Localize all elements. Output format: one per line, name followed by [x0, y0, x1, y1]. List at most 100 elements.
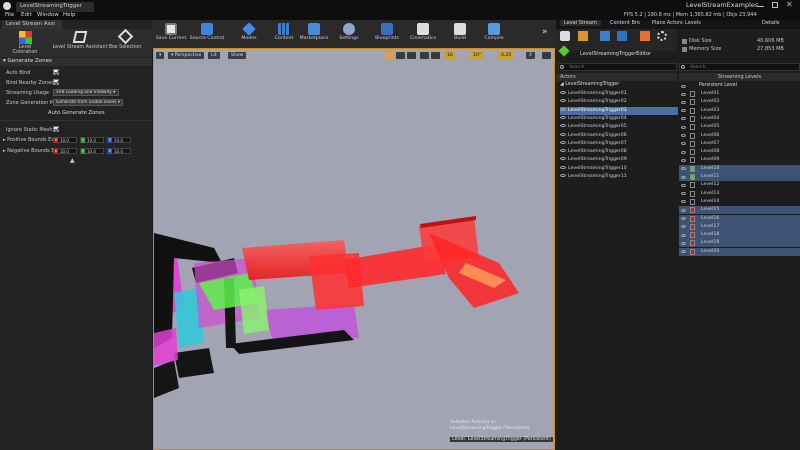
camera-speed[interactable]: 4 — [526, 52, 535, 59]
maximize-viewport-icon[interactable] — [542, 52, 551, 59]
visibility-eye-icon[interactable] — [560, 91, 566, 94]
level-color-swatch[interactable] — [690, 215, 695, 222]
actor-row[interactable]: LevelStreamingTrigger01 — [560, 90, 678, 98]
level-color-swatch[interactable] — [690, 132, 695, 139]
visibility-eye-icon[interactable] — [681, 142, 686, 146]
auto-generate-zones-button[interactable]: Auto Generate Zones — [48, 110, 105, 116]
content-button[interactable]: Content — [270, 20, 298, 48]
tab-content-browser[interactable]: Content Bro — [610, 20, 640, 26]
minimize-button[interactable] — [758, 6, 764, 7]
visibility-eye-icon[interactable] — [560, 132, 566, 136]
level-color-swatch[interactable] — [690, 190, 695, 197]
actor-row[interactable]: LevelStreamingTrigger05 — [560, 123, 678, 131]
streaming-level-row[interactable]: Level16 — [679, 214, 800, 223]
show-button[interactable]: Show — [228, 52, 247, 59]
viewport-options-button[interactable]: ▾ — [156, 52, 165, 59]
level-color-swatch[interactable] — [690, 165, 695, 172]
streaming-level-row[interactable]: Level13 — [679, 190, 800, 198]
visibility-eye-icon[interactable] — [681, 225, 686, 229]
build-button[interactable]: Build — [446, 20, 474, 48]
tab-levels[interactable]: Levels — [685, 20, 701, 26]
surface-snap-icon[interactable] — [431, 52, 440, 59]
save-current-button[interactable]: Save Current — [154, 20, 188, 48]
collapse-arrow-icon[interactable]: ▲ — [70, 157, 75, 164]
visibility-eye-icon[interactable] — [681, 200, 686, 204]
visibility-eye-icon[interactable] — [681, 233, 686, 237]
visibility-eye-icon[interactable] — [681, 117, 686, 121]
visibility-eye-icon[interactable] — [560, 99, 566, 103]
visibility-eye-icon[interactable] — [681, 100, 686, 104]
actor-row[interactable]: LevelStreamingTrigger06 — [560, 132, 678, 140]
streaming-level-row[interactable]: Level18 — [679, 231, 800, 240]
streaming-level-row[interactable]: Level10 — [679, 164, 800, 173]
lit-button[interactable]: Lit — [208, 52, 220, 59]
visibility-eye-icon[interactable] — [681, 250, 686, 254]
positive-bounds-z[interactable]: Z 10.0 — [107, 137, 131, 143]
maximize-button[interactable] — [772, 2, 778, 8]
section-header[interactable]: ▾ Generate Zones — [0, 58, 152, 66]
stream-tool-2-icon[interactable] — [578, 31, 588, 41]
streaming-level-row[interactable]: Level14 — [679, 198, 800, 206]
actor-row[interactable]: LevelStreamingTrigger02 — [560, 98, 678, 106]
visibility-eye-icon[interactable] — [681, 125, 686, 129]
streaming-usage-dropdown[interactable]: SVB Loading and Visibility ▾ — [53, 89, 119, 96]
visibility-eye-icon[interactable] — [681, 192, 686, 196]
streaming-level-row[interactable]: Level08 — [679, 148, 800, 156]
modes-button[interactable]: Modes — [234, 20, 264, 48]
streaming-level-row[interactable]: Level09 — [679, 156, 800, 164]
actor-row[interactable]: LevelStreamingTrigger10 — [560, 165, 678, 173]
level-color-swatch[interactable] — [690, 91, 695, 97]
tab-details[interactable]: Details — [762, 20, 779, 26]
visibility-eye-icon[interactable] — [681, 208, 686, 212]
streaming-level-row[interactable]: Level07 — [679, 140, 800, 148]
actor-row[interactable]: LevelStreamingTrigger07 — [560, 140, 678, 148]
level-color-swatch[interactable] — [690, 174, 695, 180]
stream-tool-1-icon[interactable] — [560, 31, 570, 41]
stream-tool-4-icon[interactable] — [617, 31, 627, 41]
streaming-level-row[interactable]: Level03 — [679, 107, 800, 115]
visibility-eye-icon[interactable] — [560, 174, 566, 177]
level-color-swatch[interactable] — [690, 182, 695, 189]
visibility-eye-icon[interactable] — [681, 134, 686, 137]
stream-tool-3-icon[interactable] — [600, 31, 610, 41]
level-color-swatch[interactable] — [690, 99, 695, 106]
level-viewport[interactable]: ▾ ▾ Perspective Lit Show 10 10° 0.25 4 S… — [154, 48, 554, 450]
translate-icon[interactable] — [385, 52, 394, 59]
visibility-eye-icon[interactable] — [681, 167, 686, 171]
streaming-level-row[interactable]: Level01 — [679, 90, 800, 98]
actors-root[interactable]: ◢ LevelStreamingTrigger — [560, 82, 619, 87]
negative-bounds-z[interactable]: Z 10.0 — [107, 148, 131, 154]
actor-row[interactable]: LevelStreamingTrigger04 — [560, 115, 678, 123]
scale-icon[interactable] — [407, 52, 416, 59]
visibility-eye-icon[interactable] — [681, 109, 686, 113]
visibility-eye-icon[interactable] — [681, 175, 686, 179]
world-icon[interactable] — [420, 52, 429, 59]
visibility-eye-icon[interactable] — [681, 92, 686, 96]
positive-bounds-y[interactable]: Y 10.0 — [80, 137, 104, 143]
visibility-eye-icon[interactable] — [681, 150, 686, 154]
streaming-level-row[interactable]: Level05 — [679, 123, 800, 131]
auto-bind-checkbox[interactable] — [53, 69, 59, 75]
grid-snap-value[interactable]: 10 — [444, 52, 456, 59]
streaming-level-row[interactable]: Level11 — [679, 173, 800, 181]
cinematics-button[interactable]: Cinematics — [406, 20, 440, 48]
actors-search-input[interactable]: Search — [558, 63, 677, 71]
blueprints-button[interactable]: Blueprints — [370, 20, 404, 48]
positive-bounds-x[interactable]: X 10.0 — [53, 137, 77, 143]
toolbar-expand-icon[interactable]: » — [542, 27, 548, 37]
document-tab[interactable]: LevelStreamingTrigger — [16, 2, 94, 12]
visibility-eye-icon[interactable] — [681, 217, 686, 220]
actor-row[interactable]: LevelStreamingTrigger09 — [560, 156, 678, 164]
negative-bounds-y[interactable]: Y 10.0 — [80, 148, 104, 154]
level-color-swatch[interactable] — [690, 248, 695, 255]
level-stream-assistant-button[interactable]: Level Stream Assistant — [52, 31, 108, 50]
visibility-eye-icon[interactable] — [681, 84, 686, 88]
tab-level-stream-assistant[interactable]: Level Stream Assi — [2, 20, 62, 29]
visibility-eye-icon[interactable] — [560, 157, 566, 161]
streaming-level-row[interactable]: Level19 — [679, 239, 800, 248]
box-selection-button[interactable]: Box Selection — [108, 28, 142, 50]
compile-button[interactable]: Compile — [478, 20, 510, 48]
menu-edit[interactable]: Edit — [21, 12, 32, 18]
menu-file[interactable]: File — [5, 12, 14, 18]
perspective-button[interactable]: ▾ Perspective — [168, 52, 205, 59]
